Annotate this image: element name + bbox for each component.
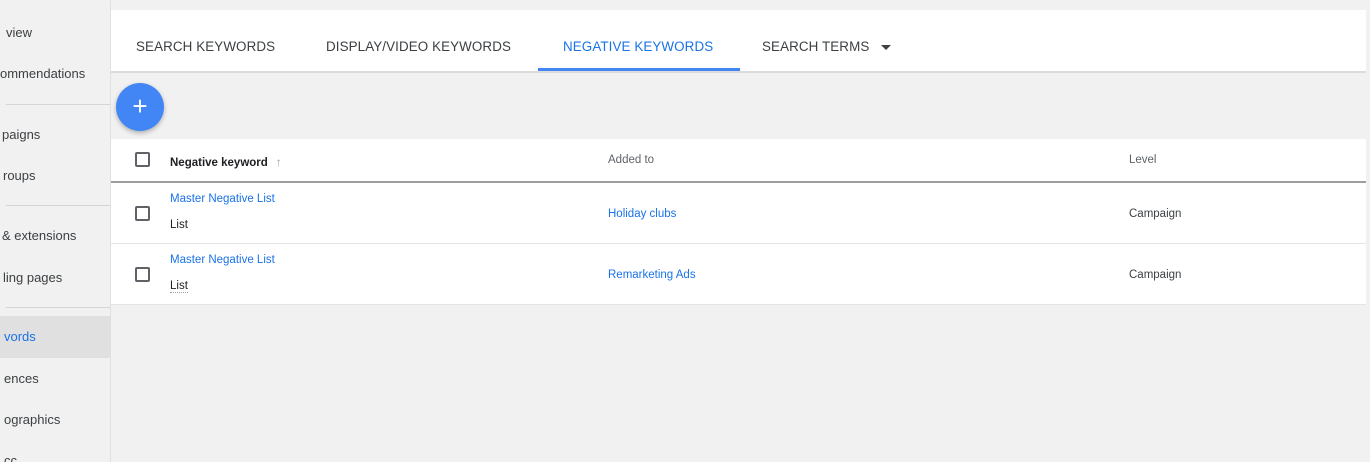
nav-item-label: ences bbox=[4, 371, 39, 386]
keyword-type: List bbox=[170, 280, 188, 293]
nav-item-label: roups bbox=[3, 168, 36, 183]
nav-item-label: vords bbox=[4, 329, 36, 344]
tab-search-keywords[interactable]: SEARCH KEYWORDS bbox=[136, 10, 275, 71]
table-header-row: Negative keyword ↑ Added to Level bbox=[111, 139, 1366, 183]
tab-search-terms[interactable]: SEARCH TERMS bbox=[762, 10, 892, 71]
column-header-label: Negative keyword bbox=[170, 157, 268, 169]
main-content: SEARCH KEYWORDS DISPLAY/VIDEO KEYWORDS N… bbox=[111, 0, 1370, 462]
keyword-type: List bbox=[170, 219, 188, 231]
added-to-campaign-link[interactable]: Remarketing Ads bbox=[608, 269, 696, 281]
nav-item-overview[interactable]: view bbox=[0, 12, 110, 54]
tab-negative-keywords[interactable]: NEGATIVE KEYWORDS bbox=[563, 10, 713, 71]
nav-divider bbox=[6, 104, 110, 105]
negative-keyword-list-link[interactable]: Master Negative List bbox=[170, 254, 275, 266]
nav-item-recommendations[interactable]: ommendations bbox=[0, 53, 110, 95]
nav-divider bbox=[6, 307, 110, 308]
nav-item-label: view bbox=[6, 25, 33, 40]
tab-label: SEARCH KEYWORDS bbox=[136, 39, 276, 54]
nav-item-label: ommendations bbox=[0, 66, 86, 81]
nav-item-keywords[interactable]: vords bbox=[0, 316, 110, 358]
column-header-level[interactable]: Level bbox=[1129, 154, 1157, 166]
nav-item-label: ling pages bbox=[3, 270, 63, 285]
tab-label: SEARCH TERMS bbox=[762, 39, 870, 54]
negative-keyword-list-link[interactable]: Master Negative List bbox=[170, 193, 275, 205]
tab-display-video-keywords[interactable]: DISPLAY/VIDEO KEYWORDS bbox=[326, 10, 511, 71]
active-tab-indicator bbox=[538, 68, 740, 71]
nav-item-ads-extensions[interactable]: & extensions bbox=[0, 215, 110, 257]
nav-item-campaigns[interactable]: paigns bbox=[0, 114, 110, 156]
caret-down-icon[interactable] bbox=[881, 44, 892, 50]
nav-item-label: cc bbox=[4, 453, 17, 462]
level-value: Campaign bbox=[1129, 269, 1182, 281]
tab-label: NEGATIVE KEYWORDS bbox=[563, 39, 714, 54]
nav-item-label: & extensions bbox=[2, 228, 77, 243]
row-checkbox[interactable] bbox=[135, 206, 150, 221]
select-all-checkbox[interactable] bbox=[135, 152, 150, 167]
nav-item-label: ographics bbox=[4, 412, 61, 427]
level-value: Campaign bbox=[1129, 208, 1182, 220]
negative-keywords-table: Negative keyword ↑ Added to Level Master … bbox=[111, 139, 1366, 305]
tab-label: DISPLAY/VIDEO KEYWORDS bbox=[326, 39, 511, 54]
toolbar: + bbox=[111, 73, 1366, 139]
nav-item-more[interactable]: cc bbox=[0, 440, 110, 462]
sort-arrow-up-icon[interactable]: ↑ bbox=[276, 155, 282, 169]
nav-item-audiences[interactable]: ences bbox=[0, 358, 110, 400]
column-header-added-to[interactable]: Added to bbox=[608, 154, 654, 166]
table-row: Master Negative List List Remarketing Ad… bbox=[111, 244, 1366, 305]
plus-icon: + bbox=[132, 91, 148, 121]
add-negative-keyword-button[interactable]: + bbox=[116, 83, 164, 131]
added-to-campaign-link[interactable]: Holiday clubs bbox=[608, 208, 676, 220]
nav-item-ad-groups[interactable]: roups bbox=[0, 155, 110, 197]
sidebar-nav: view ommendations paigns roups & extensi… bbox=[0, 0, 111, 462]
tab-bar: SEARCH KEYWORDS DISPLAY/VIDEO KEYWORDS N… bbox=[111, 10, 1366, 73]
nav-divider bbox=[6, 205, 110, 206]
nav-item-demographics[interactable]: ographics bbox=[0, 399, 110, 441]
nav-item-label: paigns bbox=[2, 127, 41, 142]
nav-item-landing-pages[interactable]: ling pages bbox=[0, 257, 110, 299]
table-row: Master Negative List List Holiday clubs … bbox=[111, 183, 1366, 244]
row-checkbox[interactable] bbox=[135, 267, 150, 282]
column-header-negative-keyword[interactable]: Negative keyword ↑ bbox=[170, 155, 282, 169]
